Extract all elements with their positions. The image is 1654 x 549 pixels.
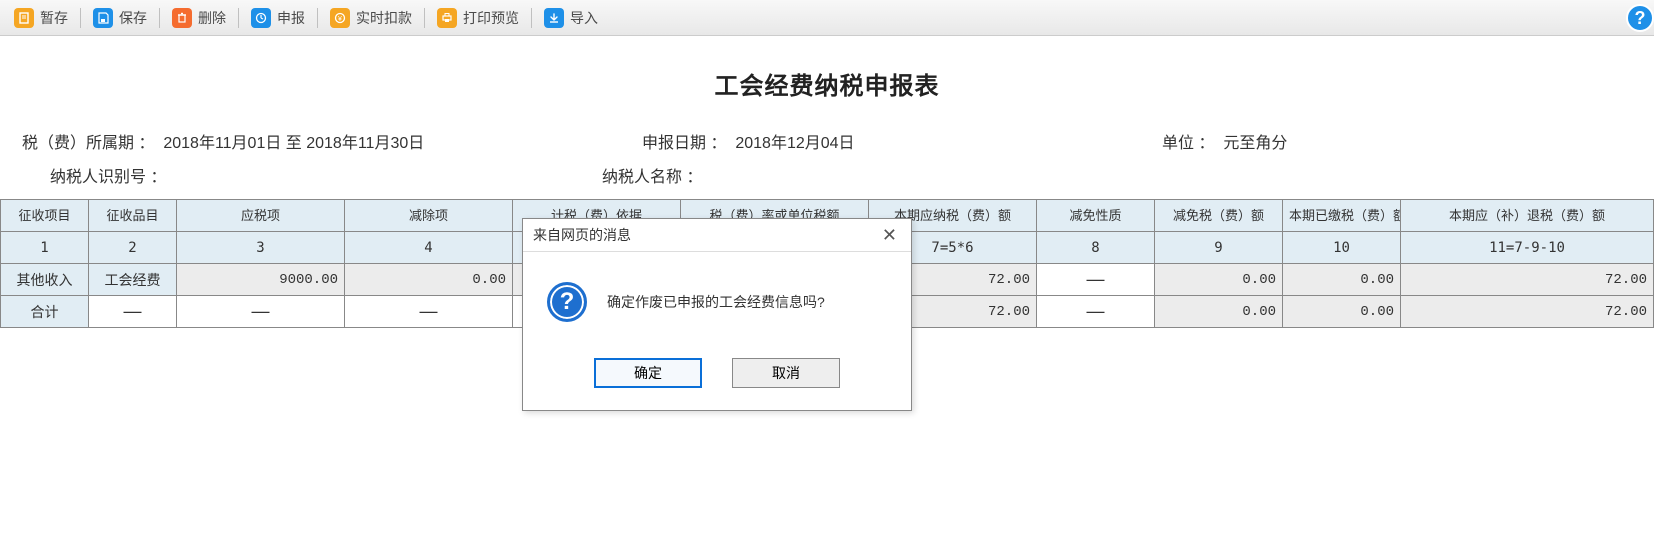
dialog-header: 来自网页的消息 ✕ xyxy=(523,219,911,252)
import-button[interactable]: 导入 xyxy=(536,5,606,31)
import-label: 导入 xyxy=(570,8,598,28)
cell-r0-c3[interactable]: 9000.00 xyxy=(177,264,345,296)
header-c2: 征收品目 xyxy=(89,200,177,232)
close-icon[interactable]: ✕ xyxy=(876,226,903,244)
stash-button[interactable]: 暂存 xyxy=(6,5,76,31)
cell-r0-c2: 工会经费 xyxy=(89,264,177,296)
formula-c2: 2 xyxy=(89,232,177,264)
declare-date-label: 申报日期 ： xyxy=(642,135,726,152)
separator xyxy=(238,8,239,28)
print-icon xyxy=(437,8,457,28)
dialog-body: ? 确定作废已申报的工会经费信息吗? xyxy=(523,252,911,342)
dialog-message: 确定作废已申报的工会经费信息吗? xyxy=(607,292,825,312)
cell-total-c9: 0.00 xyxy=(1155,296,1283,328)
separator xyxy=(531,8,532,28)
realtime-deduct-icon: ¥ xyxy=(330,8,350,28)
header-c11: 本期应（补）退税（费）额 xyxy=(1401,200,1654,232)
separator xyxy=(317,8,318,28)
stash-label: 暂存 xyxy=(40,8,68,28)
save-label: 保存 xyxy=(119,8,147,28)
cell-r0-c8: — xyxy=(1037,264,1155,296)
delete-button[interactable]: 删除 xyxy=(164,5,234,31)
confirm-dialog: 来自网页的消息 ✕ ? 确定作废已申报的工会经费信息吗? 确定 取消 xyxy=(522,218,912,411)
header-c1: 征收项目 xyxy=(1,200,89,232)
taxpayer-id-label: 纳税人识别号 ： xyxy=(50,169,166,186)
cell-total-c3: — xyxy=(177,296,345,328)
separator xyxy=(159,8,160,28)
formula-c3: 3 xyxy=(177,232,345,264)
unit-value: 元至角分 xyxy=(1223,135,1287,152)
dialog-footer: 确定 取消 xyxy=(523,342,911,410)
cell-total-c8: — xyxy=(1037,296,1155,328)
header-c4: 减除项 xyxy=(345,200,513,232)
toolbar: 暂存 保存 删除 申报 ¥ 实时扣款 打印预览 xyxy=(0,0,1654,36)
title-area: 工会经费纳税申报表 xyxy=(0,36,1654,111)
period-label: 税（费）所属期 ： xyxy=(22,135,154,152)
separator xyxy=(80,8,81,28)
question-icon: ? xyxy=(547,282,587,322)
header-c3: 应税项 xyxy=(177,200,345,232)
formula-c8: 8 xyxy=(1037,232,1155,264)
formula-c1: 1 xyxy=(1,232,89,264)
cell-r0-c1: 其他收入 xyxy=(1,264,89,296)
cell-r0-c11: 72.00 xyxy=(1401,264,1654,296)
separator xyxy=(424,8,425,28)
delete-icon xyxy=(172,8,192,28)
unit-label: 单位 ： xyxy=(1162,135,1214,152)
ok-button[interactable]: 确定 xyxy=(594,358,702,388)
formula-c4: 4 xyxy=(345,232,513,264)
cell-r0-c9[interactable]: 0.00 xyxy=(1155,264,1283,296)
import-icon xyxy=(544,8,564,28)
cell-total-c1: 合计 xyxy=(1,296,89,328)
help-icon[interactable]: ? xyxy=(1626,4,1654,32)
header-c9: 减免税（费）额 xyxy=(1155,200,1283,232)
realtime-deduct-button[interactable]: ¥ 实时扣款 xyxy=(322,5,420,31)
cell-r0-c10[interactable]: 0.00 xyxy=(1283,264,1401,296)
header-c8: 减免性质 xyxy=(1037,200,1155,232)
cell-r0-c4[interactable]: 0.00 xyxy=(345,264,513,296)
declare-button[interactable]: 申报 xyxy=(243,5,313,31)
dialog-title: 来自网页的消息 xyxy=(533,225,631,245)
header-c10: 本期已缴税（费）额 xyxy=(1283,200,1401,232)
meta-row: 税（费）所属期 ： 2018年11月01日 至 2018年11月30日 纳税人识… xyxy=(0,111,1654,199)
formula-c11: 11=7-9-10 xyxy=(1401,232,1654,264)
page-title: 工会经费纳税申报表 xyxy=(0,66,1654,101)
taxpayer-name-label: 纳税人名称 ： xyxy=(602,169,702,186)
save-icon xyxy=(93,8,113,28)
print-preview-label: 打印预览 xyxy=(463,8,519,28)
formula-c10: 10 xyxy=(1283,232,1401,264)
period-value: 2018年11月01日 至 2018年11月30日 xyxy=(163,135,424,152)
cell-total-c4: — xyxy=(345,296,513,328)
print-preview-button[interactable]: 打印预览 xyxy=(429,5,527,31)
save-button[interactable]: 保存 xyxy=(85,5,155,31)
cancel-button[interactable]: 取消 xyxy=(732,358,840,388)
formula-c9: 9 xyxy=(1155,232,1283,264)
stash-icon xyxy=(14,8,34,28)
cell-total-c11: 72.00 xyxy=(1401,296,1654,328)
declare-date-value: 2018年12月04日 xyxy=(735,135,854,152)
delete-label: 删除 xyxy=(198,8,226,28)
declare-label: 申报 xyxy=(277,8,305,28)
cell-total-c10: 0.00 xyxy=(1283,296,1401,328)
declare-icon xyxy=(251,8,271,28)
cell-total-c2: — xyxy=(89,296,177,328)
svg-text:¥: ¥ xyxy=(338,16,342,23)
realtime-deduct-label: 实时扣款 xyxy=(356,8,412,28)
